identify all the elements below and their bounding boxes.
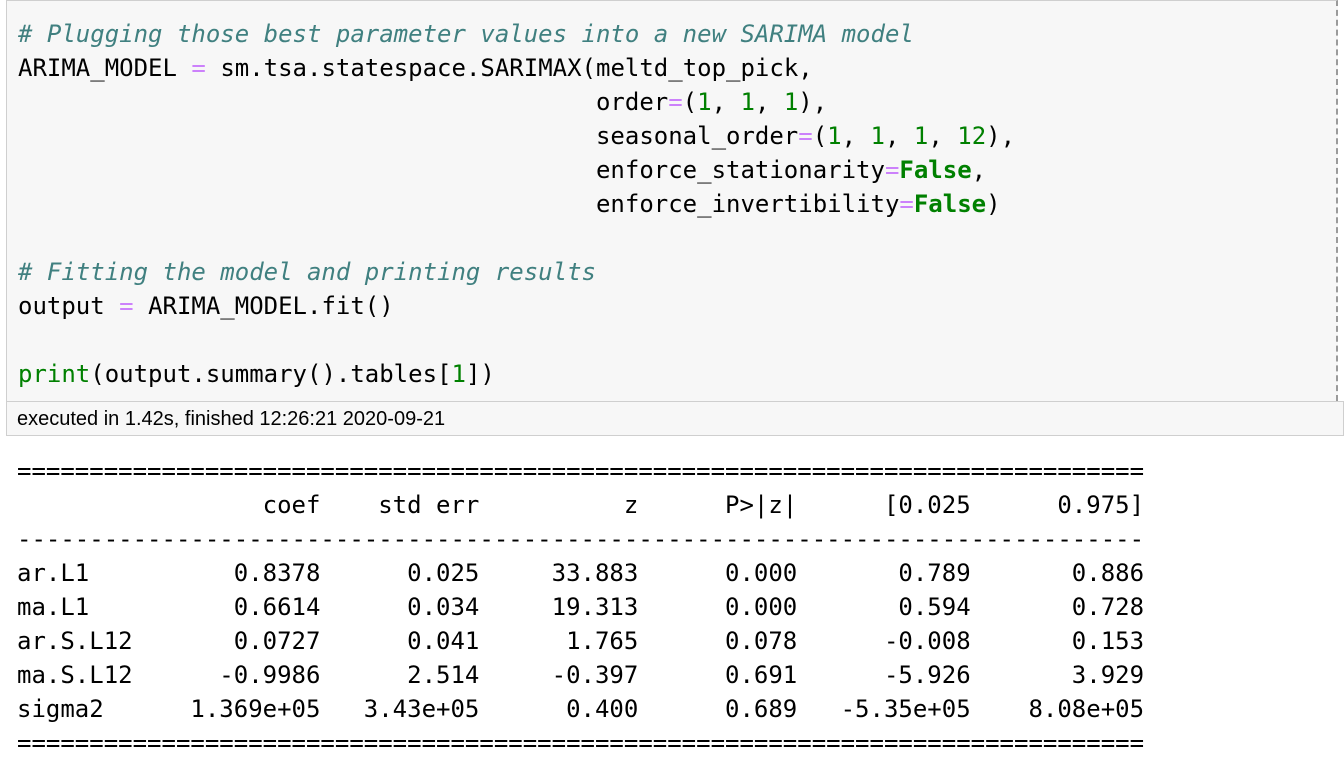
code-comment-2: # Fitting the model and printing results: [18, 258, 596, 286]
code-sarimax-call: sm.tsa.statespace.SARIMAX(meltd_top_pick…: [220, 54, 813, 82]
code-seasonal-kw: seasonal_order: [595, 122, 799, 150]
code-output-var: output: [18, 292, 105, 320]
code-input-area[interactable]: # Plugging those best parameter values i…: [6, 0, 1338, 401]
cell-output: ========================================…: [0, 436, 1344, 758]
table-row: ma.S.L12 -0.9986 2.514 -0.397 0.691 -5.9…: [17, 661, 1145, 689]
table-row: ar.S.L12 0.0727 0.041 1.765 0.078 -0.008…: [17, 627, 1145, 655]
table-row: ma.L1 0.6614 0.034 19.313 0.000 0.594 0.…: [17, 593, 1145, 621]
code-stationarity-kw: enforce_stationarity: [595, 156, 885, 184]
table-row: sigma2 1.369e+05 3.43e+05 0.400 0.689 -5…: [17, 695, 1145, 723]
code-var-arima: ARIMA_MODEL: [18, 54, 177, 82]
table-header: coef std err z P>|z| [0.025 0.975]: [17, 491, 1145, 519]
table-rule-top: ========================================…: [17, 457, 1145, 485]
table-row: ar.L1 0.8378 0.025 33.883 0.000 0.789 0.…: [17, 559, 1145, 587]
code-editor[interactable]: # Plugging those best parameter values i…: [18, 17, 1015, 391]
table-rule-bottom: ========================================…: [17, 729, 1145, 757]
code-fit-call: ARIMA_MODEL.fit(): [148, 292, 394, 320]
code-order-kw: order: [595, 88, 669, 116]
code-invertibility-kw: enforce_invertibility: [595, 190, 900, 218]
results-table: ========================================…: [17, 454, 1144, 760]
execution-status-bar: executed in 1.42s, finished 12:26:21 202…: [6, 401, 1344, 436]
code-comment-1: # Plugging those best parameter values i…: [18, 20, 914, 48]
notebook-cell: # Plugging those best parameter values i…: [6, 0, 1344, 436]
table-rule-mid: ----------------------------------------…: [17, 525, 1145, 553]
code-print-fn: print: [18, 360, 91, 388]
